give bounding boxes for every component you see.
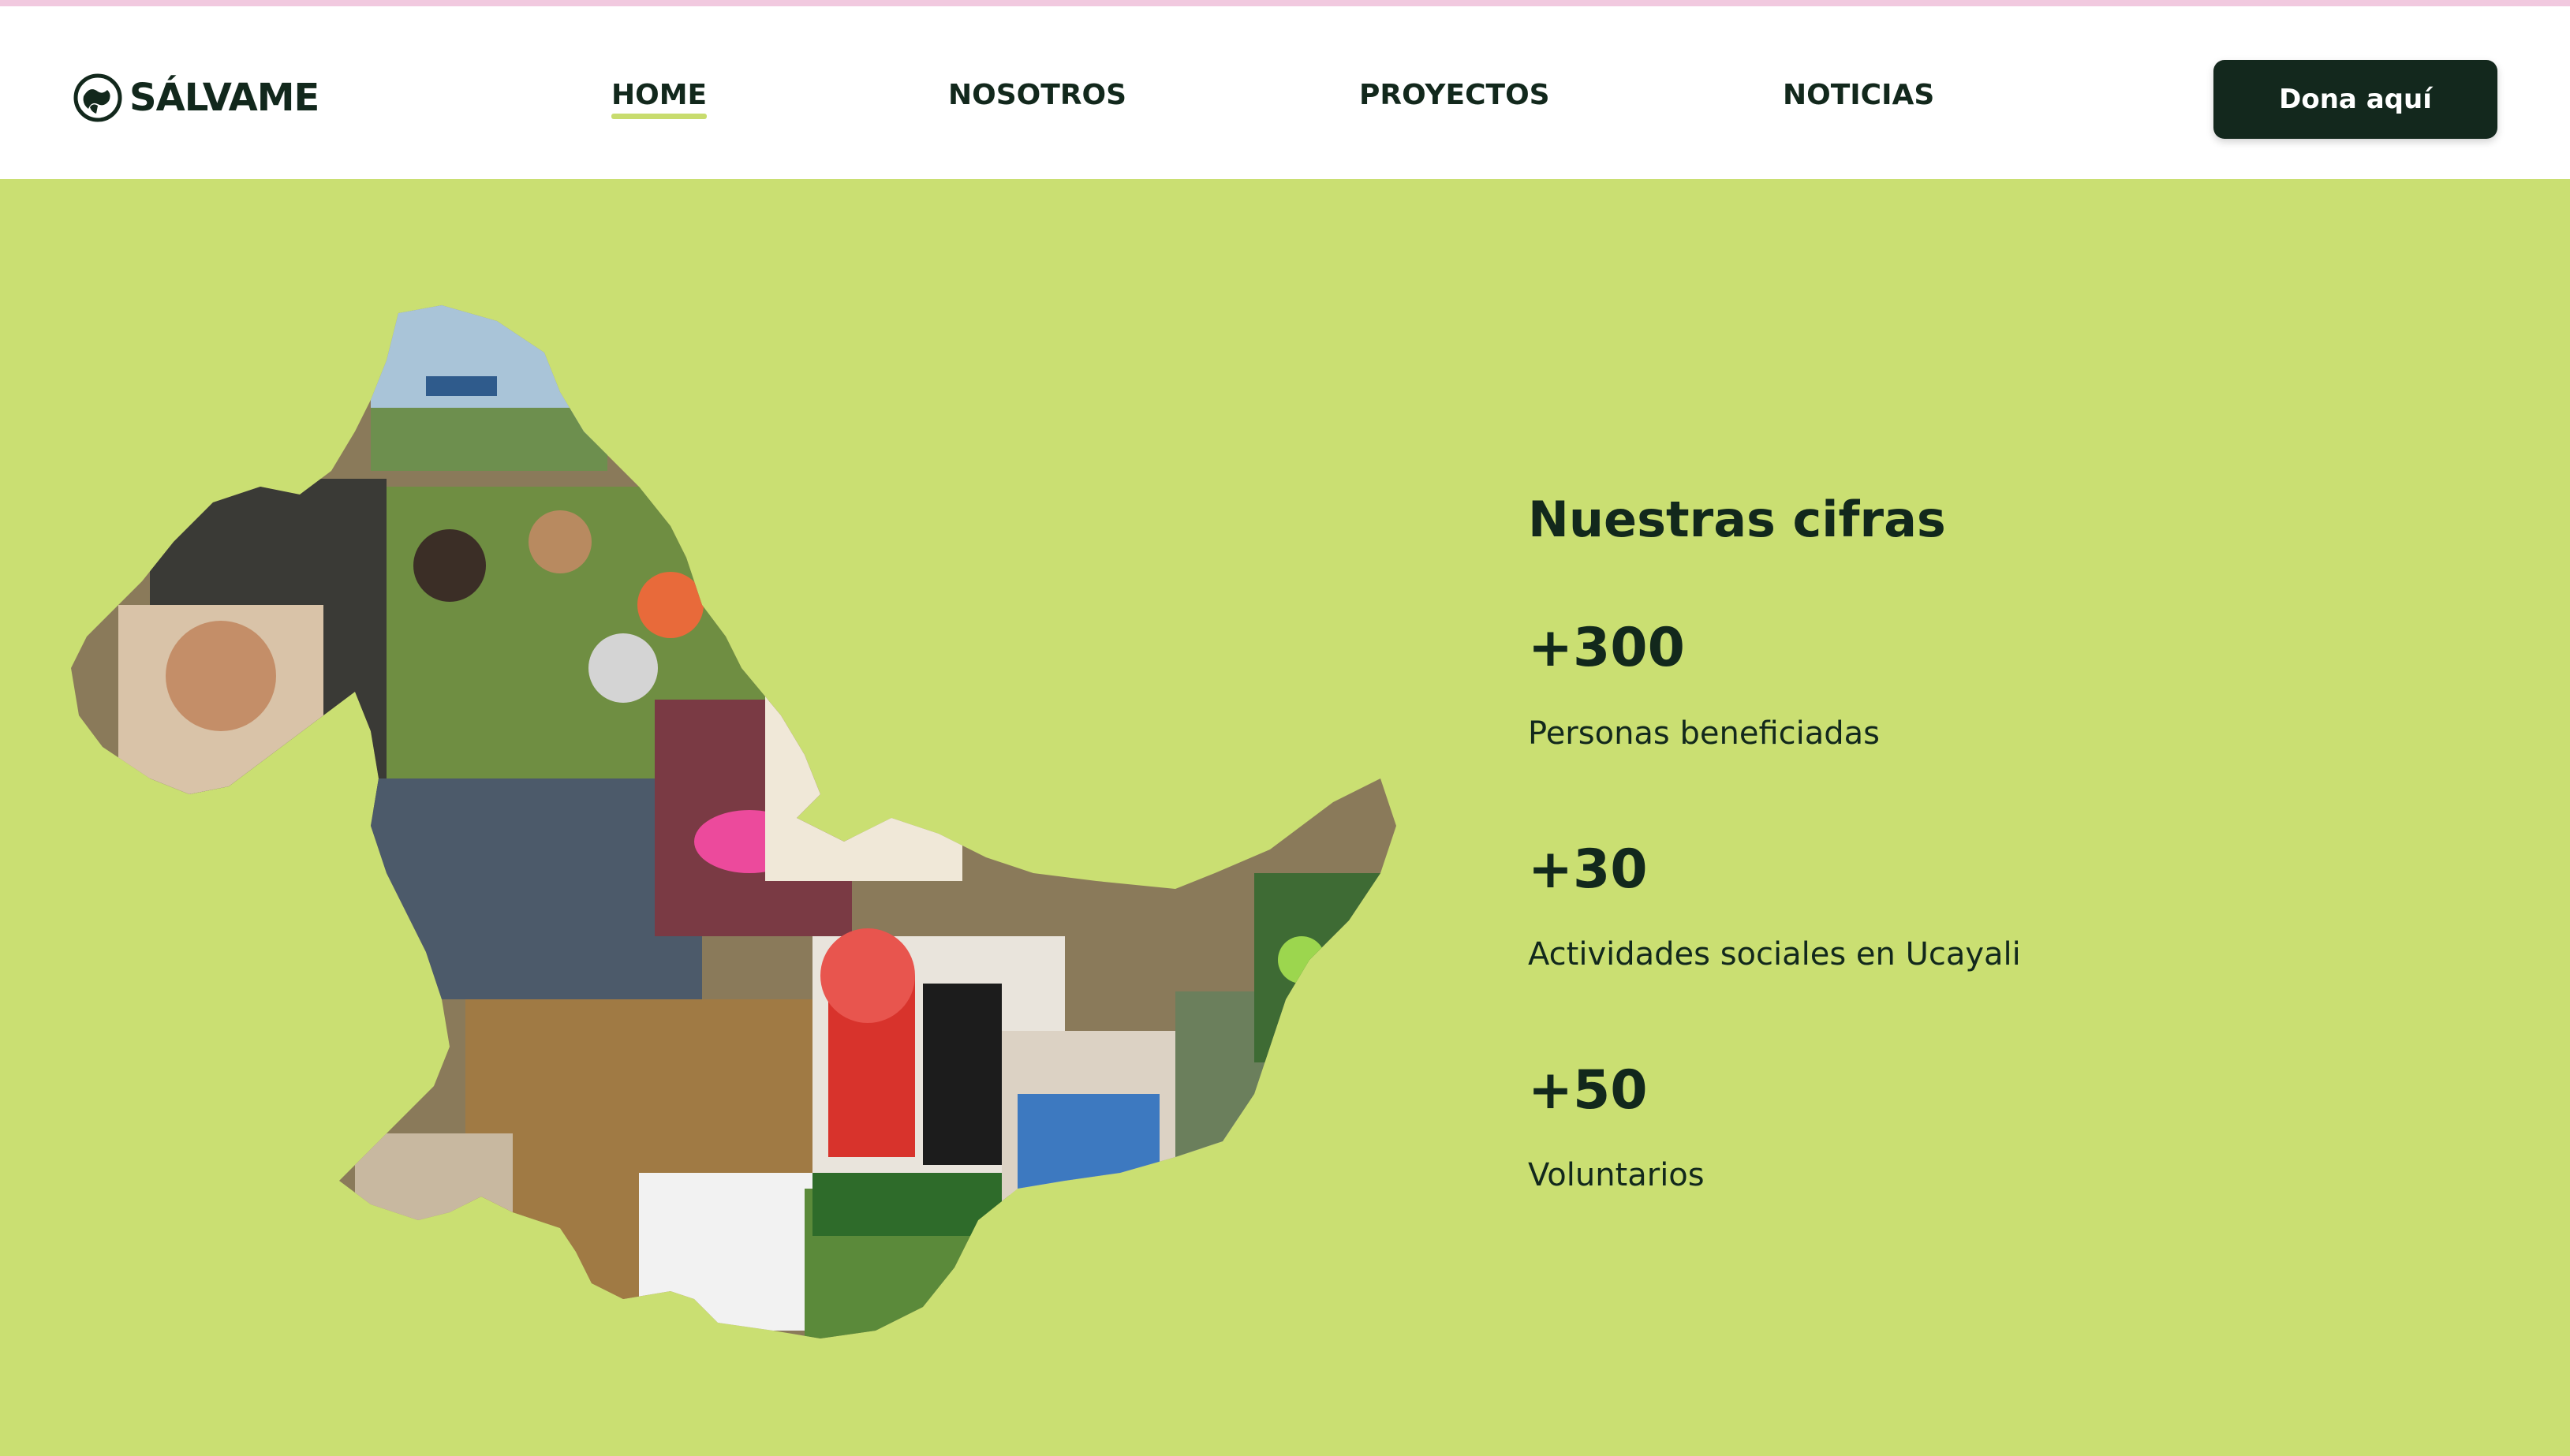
globe-hands-icon [73, 73, 122, 122]
ucayali-map-collage [71, 305, 1396, 1338]
nav-item-home[interactable]: HOME [611, 79, 708, 119]
donate-button[interactable]: Dona aquí [2213, 60, 2497, 139]
stat-label-activities: Actividades sociales en Ucayali [1528, 936, 2021, 973]
nav-item-nosotros[interactable]: NOSOTROS [948, 79, 1126, 111]
stat-value-activities: +30 [1528, 838, 1648, 901]
site-header: SÁLVAME HOME NOSOTROS PROYECTOS NOTICIAS… [0, 6, 2570, 179]
brand-name: SÁLVAME [129, 76, 319, 120]
hero-section: Nuestras cifras +300 Personas beneficiad… [0, 179, 2570, 1456]
top-accent-bar [0, 0, 2570, 6]
nav-item-proyectos[interactable]: PROYECTOS [1359, 79, 1550, 111]
stats-title: Nuestras cifras [1528, 491, 1946, 548]
stat-value-volunteers: +50 [1528, 1059, 1648, 1122]
stat-label-beneficiaries: Personas beneficiadas [1528, 715, 1880, 752]
stat-label-volunteers: Voluntarios [1528, 1157, 1705, 1193]
stat-value-beneficiaries: +300 [1528, 617, 1685, 679]
nav-item-noticias[interactable]: NOTICIAS [1783, 79, 1934, 111]
brand-logo[interactable]: SÁLVAME [73, 73, 319, 123]
